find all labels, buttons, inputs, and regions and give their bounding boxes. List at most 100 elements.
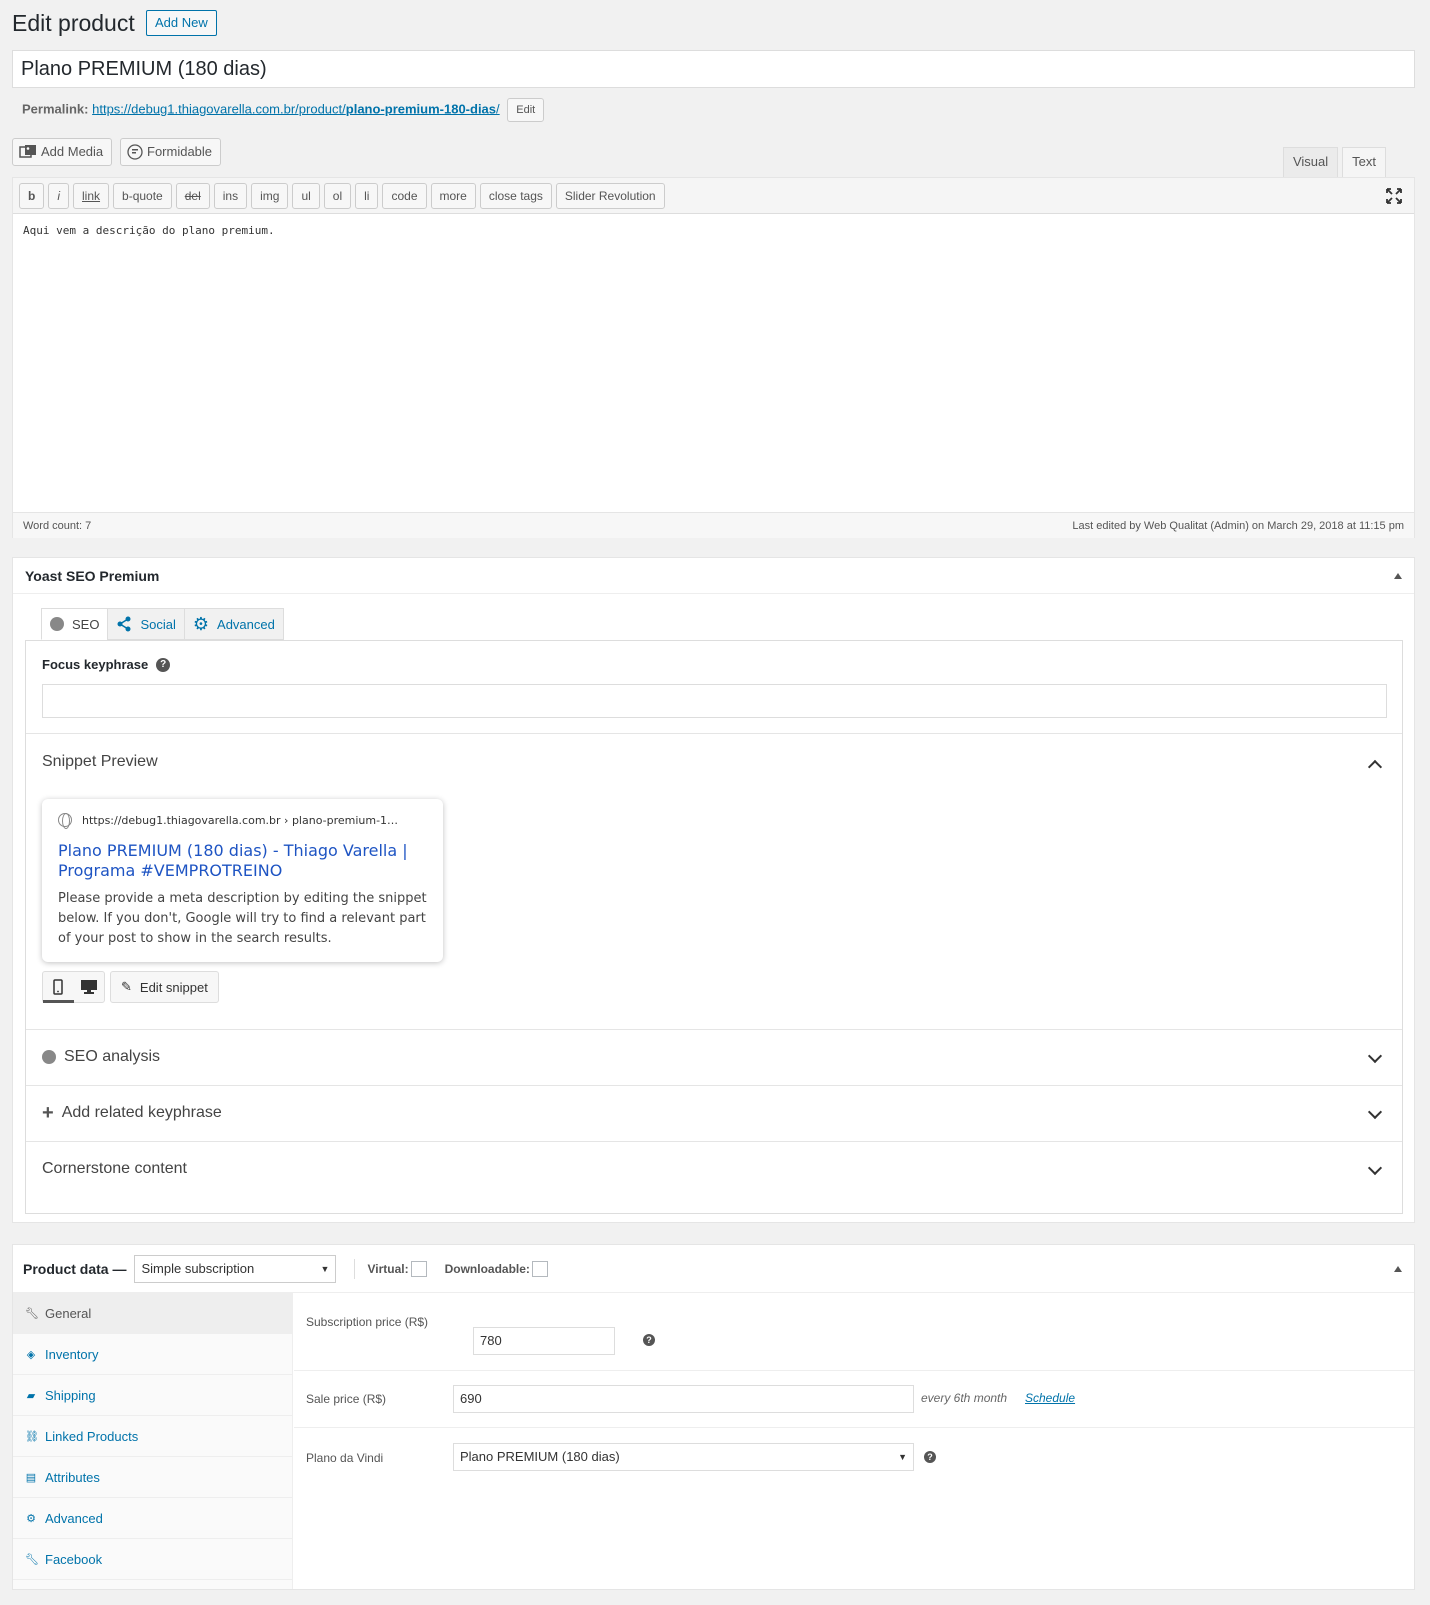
snippet-url: https://debug1.thiagovarella.com.br › pl… <box>82 813 399 827</box>
qt-img[interactable]: img <box>251 182 289 209</box>
related-keyphrase-title: Add related keyphrase <box>61 1104 222 1121</box>
editor-mode-tabs: Visual Text <box>1279 147 1386 177</box>
sale-price-input[interactable]: 690 <box>453 1385 914 1413</box>
virtual-label: Virtual: <box>367 1261 409 1276</box>
device-toggle <box>42 971 105 1003</box>
yoast-tab-advanced[interactable]: ⚙ Advanced <box>183 608 284 640</box>
editor: b i link b-quote del ins img ul ol li co… <box>12 177 1415 538</box>
link-icon: ⛓︎ <box>25 1430 39 1443</box>
help-icon[interactable]: ? <box>924 1451 936 1463</box>
qt-more[interactable]: more <box>430 182 476 209</box>
qt-del[interactable]: del <box>175 182 210 209</box>
snippet-preview-title[interactable]: Snippet Preview <box>42 753 158 771</box>
yoast-box-header[interactable]: Yoast SEO Premium <box>13 558 1414 594</box>
plano-vindi-label: Plano da Vindi <box>306 1451 384 1465</box>
editor-status-bar: Word count: 7 Last edited by Web Qualita… <box>13 512 1414 538</box>
add-new-button[interactable]: Add New <box>146 10 217 36</box>
permalink-label: Permalink: <box>22 101 89 117</box>
yoast-tab-social[interactable]: Social <box>107 608 185 640</box>
sale-price-row: Sale price (R$) 690 every 6th month Sche… <box>294 1371 1414 1428</box>
chevron-down-icon[interactable] <box>1367 1048 1383 1064</box>
pd-tab-linked-products[interactable]: ⛓︎ Linked Products <box>13 1416 292 1457</box>
qt-ins[interactable]: ins <box>213 182 248 209</box>
seo-score-icon <box>50 617 64 631</box>
product-data-tabs: 🔧︎ General ◈ Inventory ▰ Shipping ⛓︎ Lin… <box>13 1293 293 1589</box>
pd-tab-inventory[interactable]: ◈ Inventory <box>13 1334 292 1375</box>
chevron-down-icon[interactable] <box>1367 1104 1383 1120</box>
qt-italic[interactable]: i <box>48 182 70 209</box>
subscription-price-input[interactable]: 780 <box>473 1327 615 1355</box>
qt-close-tags[interactable]: close tags <box>479 182 552 209</box>
yoast-seo-panel: Focus keyphrase ? Snippet Preview https:… <box>25 640 1403 1214</box>
word-count: Word count: 7 <box>23 519 92 532</box>
qt-ol[interactable]: ol <box>323 182 352 209</box>
pd-tab-advanced[interactable]: ⚙ Advanced <box>13 1498 292 1539</box>
formidable-button[interactable]: Formidable <box>120 138 222 166</box>
post-title-input[interactable]: Plano PREMIUM (180 dias) <box>12 50 1415 88</box>
mobile-preview-button[interactable] <box>43 972 74 1003</box>
help-icon[interactable]: ? <box>643 1334 655 1346</box>
product-data-label: Product data — <box>23 1260 127 1277</box>
qt-bold[interactable]: b <box>19 182 45 209</box>
snippet-preview-card: https://debug1.thiagovarella.com.br › pl… <box>42 799 443 962</box>
qt-li[interactable]: li <box>355 182 379 209</box>
gear-icon: ⚙ <box>26 1512 36 1525</box>
qt-link[interactable]: link <box>73 182 110 209</box>
collapse-arrow-icon[interactable] <box>1394 572 1402 579</box>
pd-tab-shipping[interactable]: ▰ Shipping <box>13 1375 292 1416</box>
collapse-arrow-icon[interactable] <box>1394 1266 1402 1272</box>
edit-snippet-button[interactable]: ✎ Edit snippet <box>110 971 219 1003</box>
add-media-button[interactable]: Add Media <box>12 138 113 166</box>
qt-code[interactable]: code <box>382 182 427 209</box>
yoast-tab-seo[interactable]: SEO <box>41 608 109 640</box>
plano-vindi-select[interactable]: Plano PREMIUM (180 dias) ▼ <box>453 1443 914 1471</box>
pd-tab-general[interactable]: 🔧︎ General <box>13 1293 292 1334</box>
tag-icon: ◈ <box>26 1348 36 1361</box>
related-keyphrase-section[interactable]: + Add related keyphrase <box>26 1085 1402 1141</box>
gear-icon: ⚙ <box>192 613 210 634</box>
tab-visual[interactable]: Visual <box>1282 147 1339 177</box>
virtual-checkbox[interactable] <box>410 1260 427 1277</box>
cornerstone-section[interactable]: Cornerstone content <box>26 1141 1402 1197</box>
qt-ul[interactable]: ul <box>292 182 320 209</box>
wrench-icon: 🔧︎ <box>25 1307 39 1320</box>
dropdown-arrow-icon: ▼ <box>898 1452 907 1462</box>
snippet-url-row: https://debug1.thiagovarella.com.br › pl… <box>58 813 427 829</box>
subscription-price-row: Subscription price (R$) 780 ? <box>294 1293 1414 1371</box>
dropdown-arrow-icon: ▼ <box>320 1263 330 1274</box>
product-type-select[interactable]: Simple subscription ▼ <box>134 1254 337 1283</box>
desktop-preview-button[interactable] <box>74 972 105 1002</box>
pd-tab-attributes[interactable]: ▤ Attributes <box>13 1457 292 1498</box>
editor-textarea[interactable]: Aqui vem a descrição do plano premium. <box>13 214 1414 512</box>
yoast-seo-box: Yoast SEO Premium SEO Social ⚙ Advanced … <box>12 557 1415 1223</box>
plus-icon: + <box>42 1102 54 1124</box>
schedule-link[interactable]: Schedule <box>1025 1391 1075 1405</box>
product-data-box: Product data — Simple subscription ▼ Vir… <box>12 1244 1415 1590</box>
formidable-icon <box>127 144 143 160</box>
globe-icon <box>58 813 72 829</box>
focus-keyphrase-input[interactable] <box>42 684 1387 718</box>
yoast-box-title: Yoast SEO Premium <box>25 567 160 584</box>
sale-price-label: Sale price (R$) <box>306 1392 387 1406</box>
sale-period-text: every 6th month <box>921 1391 1008 1405</box>
permalink-link[interactable]: https://debug1.thiagovarella.com.br/prod… <box>92 101 500 116</box>
tab-text[interactable]: Text <box>1342 147 1386 177</box>
last-edited: Last edited by Web Qualitat (Admin) on M… <box>1072 519 1404 532</box>
downloadable-checkbox[interactable] <box>531 1260 548 1277</box>
chevron-down-icon[interactable] <box>1367 1160 1383 1176</box>
qt-bquote[interactable]: b-quote <box>113 182 172 209</box>
seo-analysis-section[interactable]: SEO analysis <box>26 1029 1402 1085</box>
quicktags-toolbar: b i link b-quote del ins img ul ol li co… <box>13 178 1414 214</box>
wrench-icon: 🔧︎ <box>25 1553 39 1566</box>
snippet-title[interactable]: Plano PREMIUM (180 dias) - Thiago Varell… <box>58 841 427 881</box>
plano-vindi-row: Plano da Vindi Plano PREMIUM (180 dias) … <box>294 1428 1414 1589</box>
qt-slider-revolution[interactable]: Slider Revolution <box>555 182 665 209</box>
focus-keyphrase-label: Focus keyphrase ? <box>42 657 171 672</box>
header-divider <box>354 1258 356 1279</box>
product-data-header: Product data — Simple subscription ▼ Vir… <box>13 1245 1414 1293</box>
help-icon[interactable]: ? <box>156 657 171 672</box>
fullscreen-icon[interactable] <box>1386 188 1402 204</box>
chevron-up-icon[interactable] <box>1367 759 1383 775</box>
pd-tab-facebook[interactable]: 🔧︎ Facebook <box>13 1539 292 1580</box>
permalink-edit-button[interactable]: Edit <box>507 98 545 122</box>
